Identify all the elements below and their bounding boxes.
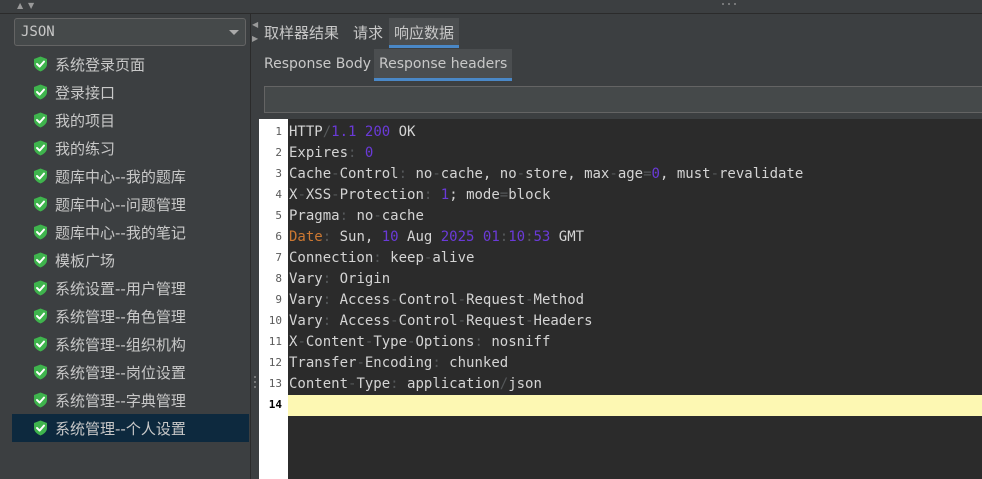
green-shield-check-icon [34, 392, 47, 408]
line-number: 7 [275, 251, 282, 264]
green-shield-check-icon [34, 364, 47, 380]
code-line[interactable]: X-Content-Type-Options: nosniff [288, 332, 982, 353]
code-line[interactable]: Transfer-Encoding: chunked [288, 353, 982, 374]
line-number: 1 [275, 125, 282, 138]
sampler-tree-item[interactable]: 系统管理--字典管理 [12, 386, 249, 414]
sampler-tree-item[interactable]: 系统管理--角色管理 [12, 302, 249, 330]
splitter-grip-icon[interactable] [254, 376, 256, 390]
sampler-tree-item[interactable]: 登录接口 [12, 78, 249, 106]
tab-request[interactable]: 请求 [348, 18, 388, 48]
vertical-splitter[interactable]: ◀ ▶ [250, 14, 259, 479]
sampler-tree-item-label: 系统管理--角色管理 [55, 308, 186, 326]
line-number: 13 [268, 377, 282, 390]
code-line[interactable] [288, 395, 982, 416]
green-shield-check-icon [34, 224, 47, 240]
sampler-tree-item[interactable]: 系统登录页面 [12, 50, 249, 78]
line-number: 5 [275, 209, 282, 222]
tab-response-data[interactable]: 响应数据 [389, 18, 460, 48]
sampler-tree-item-label: 题库中心--我的题库 [55, 168, 186, 186]
code-line[interactable]: Date: Sun, 10 Aug 2025 01:10:53 GMT [288, 227, 982, 248]
green-shield-check-icon [34, 308, 47, 324]
line-number: 9 [275, 293, 282, 306]
green-shield-check-icon [34, 112, 47, 128]
line-number: 8 [275, 272, 282, 285]
sampler-tree-item[interactable]: 系统管理--个人设置 [12, 414, 249, 442]
result-tree-panel: JSON 系统登录页面 登录接口我的项目我的练习题库中心--我的题库 题库中心--问… [0, 14, 250, 479]
sampler-tree-item-label: 题库中心--问题管理 [55, 196, 186, 214]
code-line[interactable]: Connection: keep-alive [288, 248, 982, 269]
sampler-tree-item[interactable]: 我的练习 [12, 134, 249, 162]
sampler-tree-item-label: 系统管理--组织机构 [55, 336, 186, 354]
collapse-up-arrow-icon[interactable]: ▲ [17, 2, 23, 10]
splitter-grip-icon[interactable] [722, 3, 738, 7]
code-line[interactable]: Vary: Access-Control-Request-Headers [288, 311, 982, 332]
tab-response-body[interactable]: Response Body [259, 49, 376, 81]
chevron-down-icon[interactable] [229, 30, 239, 35]
code-line[interactable]: Pragma: no-cache [288, 206, 982, 227]
sampler-tree-item-label: 系统管理--个人设置 [55, 420, 186, 438]
sampler-tree-item-label: 我的项目 [55, 112, 116, 130]
tab-response-headers[interactable]: Response headers [374, 49, 513, 81]
sampler-tree-item-label: 系统登录页面 [55, 56, 146, 74]
expand-right-arrow-icon[interactable]: ▶ [252, 34, 258, 43]
sampler-tree-item[interactable]: 题库中心--我的笔记 [12, 218, 249, 246]
line-number: 6 [275, 230, 282, 243]
code-line[interactable]: Cache-Control: no-cache, no-store, max-a… [288, 164, 982, 185]
line-number-gutter: 1 2 3 4 5 6 7 8 9 10 11 12 13 14 [259, 119, 288, 479]
sampler-tree-item[interactable]: 题库中心--我的题库 [12, 162, 249, 190]
sampler-tree-item[interactable]: 系统管理--组织机构 [12, 330, 249, 358]
code-line[interactable]: Content-Type: application/json [288, 374, 982, 395]
green-shield-check-icon [34, 336, 47, 352]
sampler-tree-item[interactable]: 系统管理--岗位设置 [12, 358, 249, 386]
renderer-select[interactable]: JSON [14, 18, 246, 46]
renderer-select-value: JSON [21, 24, 55, 40]
line-number: 10 [268, 314, 282, 327]
sampler-tree-item[interactable]: 题库中心--问题管理 [12, 190, 249, 218]
green-shield-check-icon [34, 140, 47, 156]
green-shield-check-icon [34, 56, 47, 72]
result-detail-panel: 取样器结果 请求 响应数据 Response Body Response hea… [259, 14, 982, 479]
line-number: 12 [268, 356, 282, 369]
sampler-tree-item[interactable]: 我的项目 [12, 106, 249, 134]
green-shield-check-icon [34, 84, 47, 100]
top-splitter-strip[interactable]: ▲ ▼ [0, 0, 982, 14]
line-number: 2 [275, 146, 282, 159]
sampler-tree-item-label: 登录接口 [55, 84, 116, 102]
green-shield-check-icon [34, 252, 47, 268]
sampler-tree-item-label: 系统设置--用户管理 [55, 280, 186, 298]
sampler-tree-item-label: 系统管理--字典管理 [55, 392, 186, 410]
sampler-tree-item-label: 题库中心--我的笔记 [55, 224, 186, 242]
green-shield-check-icon [34, 196, 47, 212]
sampler-tree: 系统登录页面 登录接口我的项目我的练习题库中心--我的题库 题库中心--问题管理 题库… [12, 50, 249, 442]
search-input[interactable] [264, 86, 982, 113]
code-line[interactable]: Expires: 0 [288, 143, 982, 164]
green-shield-check-icon [34, 420, 47, 436]
line-number: 4 [275, 188, 282, 201]
sampler-tree-item[interactable]: 系统设置--用户管理 [12, 274, 249, 302]
expand-down-arrow-icon[interactable]: ▼ [28, 2, 34, 10]
line-number: 3 [275, 167, 282, 180]
collapse-left-arrow-icon[interactable]: ◀ [252, 20, 258, 29]
sampler-tree-item[interactable]: 模板广场 [12, 246, 249, 274]
line-number: 14 [268, 398, 282, 411]
green-shield-check-icon [34, 280, 47, 296]
code-area[interactable]: HTTP/1.1 200 OK Expires: 0 Cache-Control: … [288, 119, 982, 479]
code-line[interactable]: Vary: Access-Control-Request-Method [288, 290, 982, 311]
line-number: 11 [268, 335, 282, 348]
code-line[interactable]: HTTP/1.1 200 OK [288, 122, 982, 143]
sampler-tree-item-label: 系统管理--岗位设置 [55, 364, 186, 382]
code-line[interactable]: X-XSS-Protection: 1; mode=block [288, 185, 982, 206]
sampler-tree-item-label: 我的练习 [55, 140, 116, 158]
green-shield-check-icon [34, 168, 47, 184]
response-headers-editor[interactable]: 1 2 3 4 5 6 7 8 9 10 11 12 13 14 HTTP/1.1 200 OK Expir… [259, 119, 982, 479]
sampler-tree-item-label: 模板广场 [55, 252, 116, 270]
tab-sampler-result[interactable]: 取样器结果 [259, 18, 344, 48]
code-line[interactable]: Vary: Origin [288, 269, 982, 290]
